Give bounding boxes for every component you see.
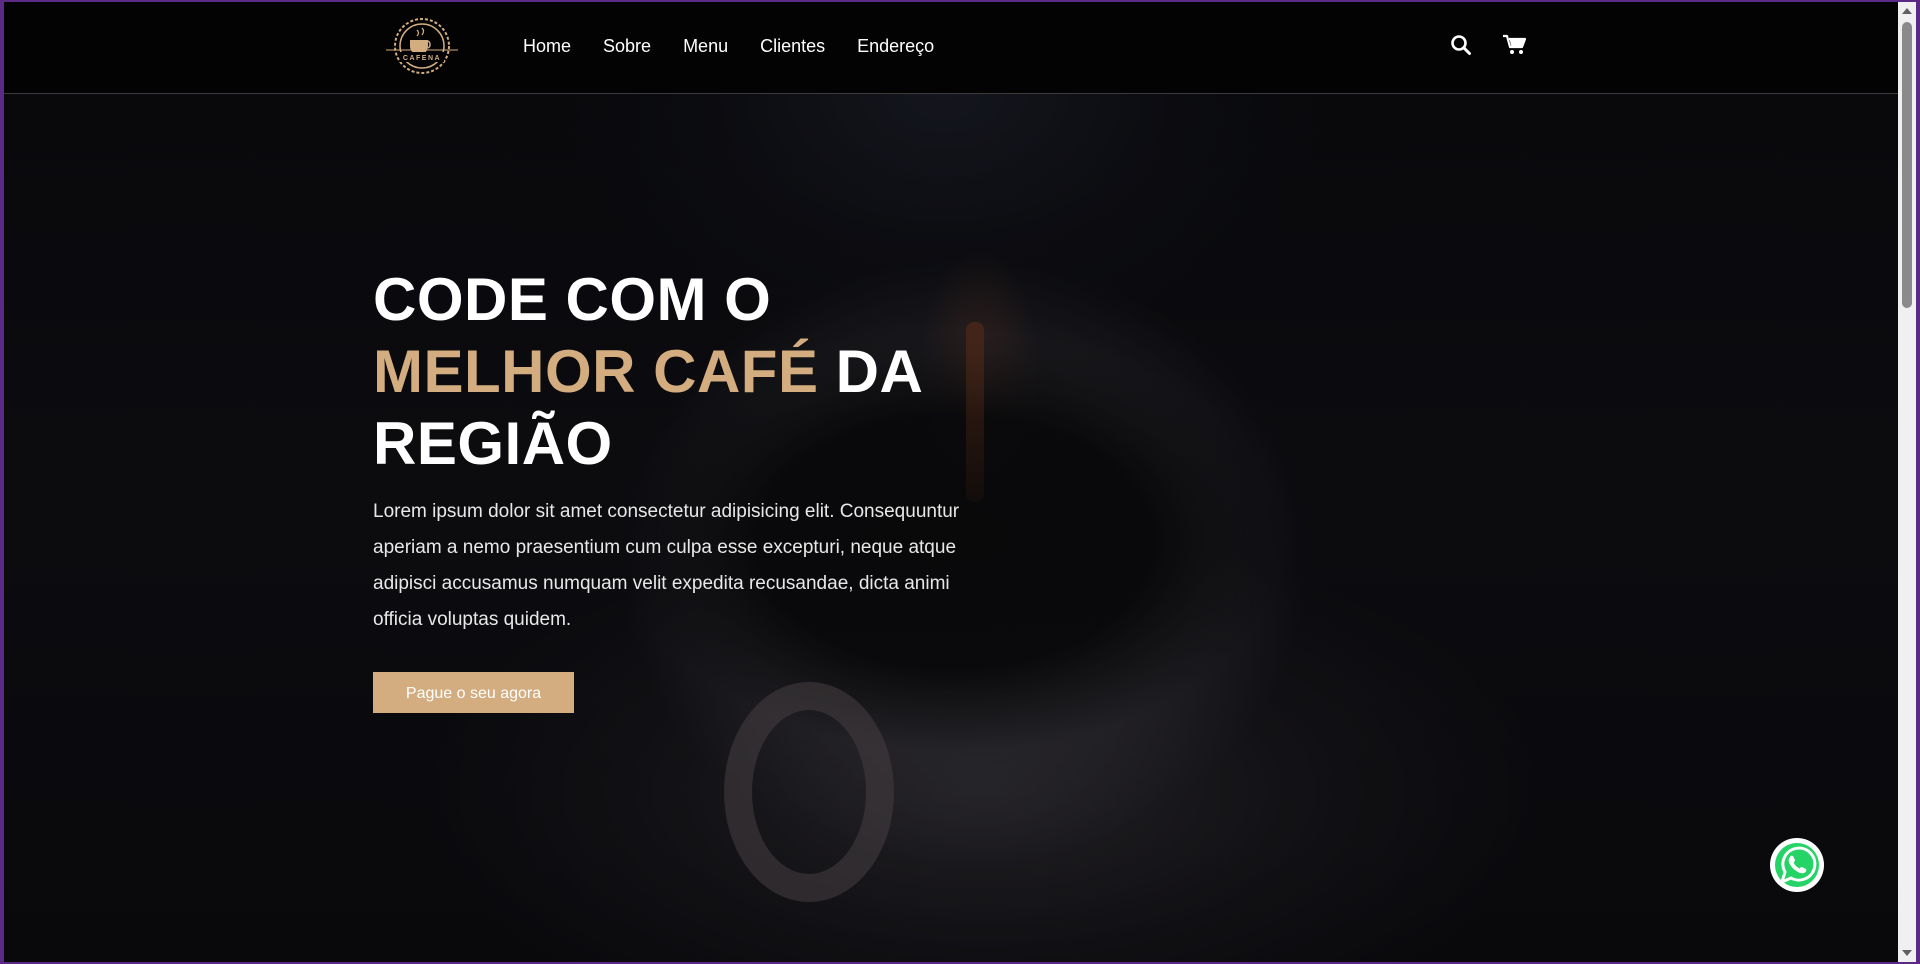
page-frame: CAFENA Home Sobre Menu Clientes Endereço [4, 2, 1900, 962]
scroll-up-icon[interactable] [1902, 8, 1912, 14]
hero-section: CODE COM O MELHOR CAFÉ DA REGIÃO Lorem i… [373, 264, 993, 713]
nav-clientes[interactable]: Clientes [760, 36, 825, 57]
pay-now-button[interactable]: Pague o seu agora [373, 672, 574, 713]
main-nav: Home Sobre Menu Clientes Endereço [523, 36, 934, 57]
nav-menu[interactable]: Menu [683, 36, 728, 57]
hero-title-after-accent: DA [818, 338, 924, 405]
scroll-down-icon[interactable] [1902, 950, 1912, 956]
hero-title-accent: MELHOR CAFÉ [373, 338, 819, 405]
whatsapp-button[interactable] [1768, 836, 1826, 894]
nav-sobre[interactable]: Sobre [603, 36, 651, 57]
hero-title-line1: CODE COM O [373, 266, 772, 333]
search-icon[interactable] [1450, 34, 1472, 61]
cart-icon[interactable] [1502, 34, 1527, 61]
header-actions [1450, 34, 1527, 61]
site-header: CAFENA Home Sobre Menu Clientes Endereço [4, 2, 1900, 94]
whatsapp-icon [1770, 838, 1824, 892]
hero-title: CODE COM O MELHOR CAFÉ DA REGIÃO [373, 264, 993, 480]
page-scrollbar[interactable] [1898, 2, 1916, 962]
logo-text: CAFENA [403, 55, 441, 62]
cafena-logo-icon: CAFENA [386, 18, 458, 74]
scroll-thumb[interactable] [1902, 22, 1912, 308]
nav-home[interactable]: Home [523, 36, 571, 57]
hero-title-line3: REGIÃO [373, 410, 613, 477]
nav-endereco[interactable]: Endereço [857, 36, 934, 57]
logo-link[interactable]: CAFENA [384, 14, 460, 78]
hero-description: Lorem ipsum dolor sit amet consectetur a… [373, 501, 960, 630]
